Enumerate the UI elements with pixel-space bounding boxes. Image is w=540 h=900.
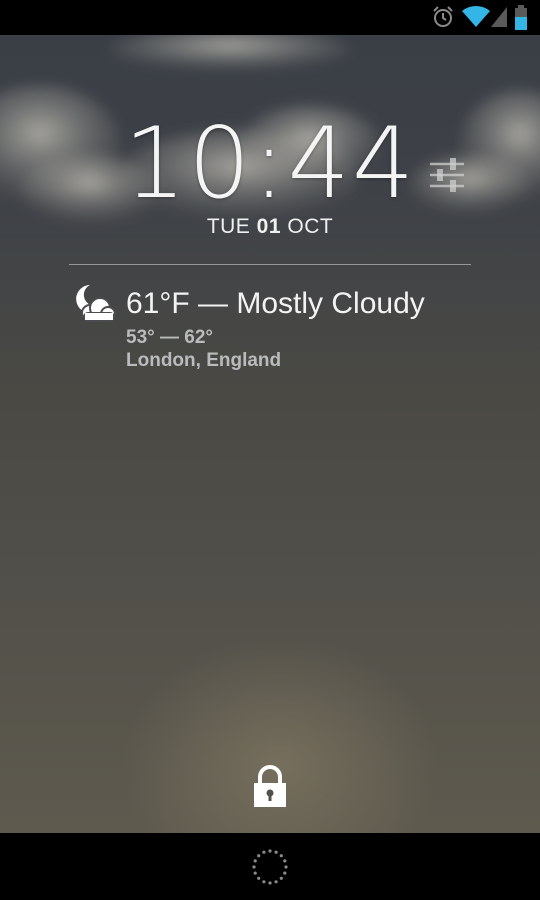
lockscreen[interactable]: 10:44 TUE 01 OCT 61°F — Mostly Cloudy 53…	[0, 35, 540, 833]
clock-minutes: 44	[287, 107, 417, 221]
unlock-ring-icon[interactable]	[252, 849, 288, 890]
date-month: OCT	[287, 215, 334, 238]
navigation-bar	[0, 833, 540, 900]
clock-separator: :	[252, 107, 288, 221]
weather-location: London, England	[126, 350, 282, 371]
clock-hours: 10	[123, 107, 253, 221]
battery-icon	[514, 5, 528, 36]
wifi-icon	[461, 5, 491, 34]
status-bar	[0, 0, 540, 35]
partly-cloudy-night-icon[interactable]	[70, 283, 116, 328]
weather-summary[interactable]: 61°F — Mostly Cloudy	[126, 287, 425, 321]
alarm-icon	[431, 5, 455, 34]
settings-sliders-icon[interactable]	[428, 157, 466, 198]
date-day: 01	[256, 215, 282, 238]
signal-icon	[489, 5, 509, 34]
date-weekday: TUE	[206, 215, 251, 238]
weather-temperature-range: 53° — 62°	[126, 327, 214, 348]
padlock-icon[interactable]	[251, 765, 289, 814]
divider	[69, 264, 471, 265]
date: TUE 01 OCT	[0, 215, 540, 239]
